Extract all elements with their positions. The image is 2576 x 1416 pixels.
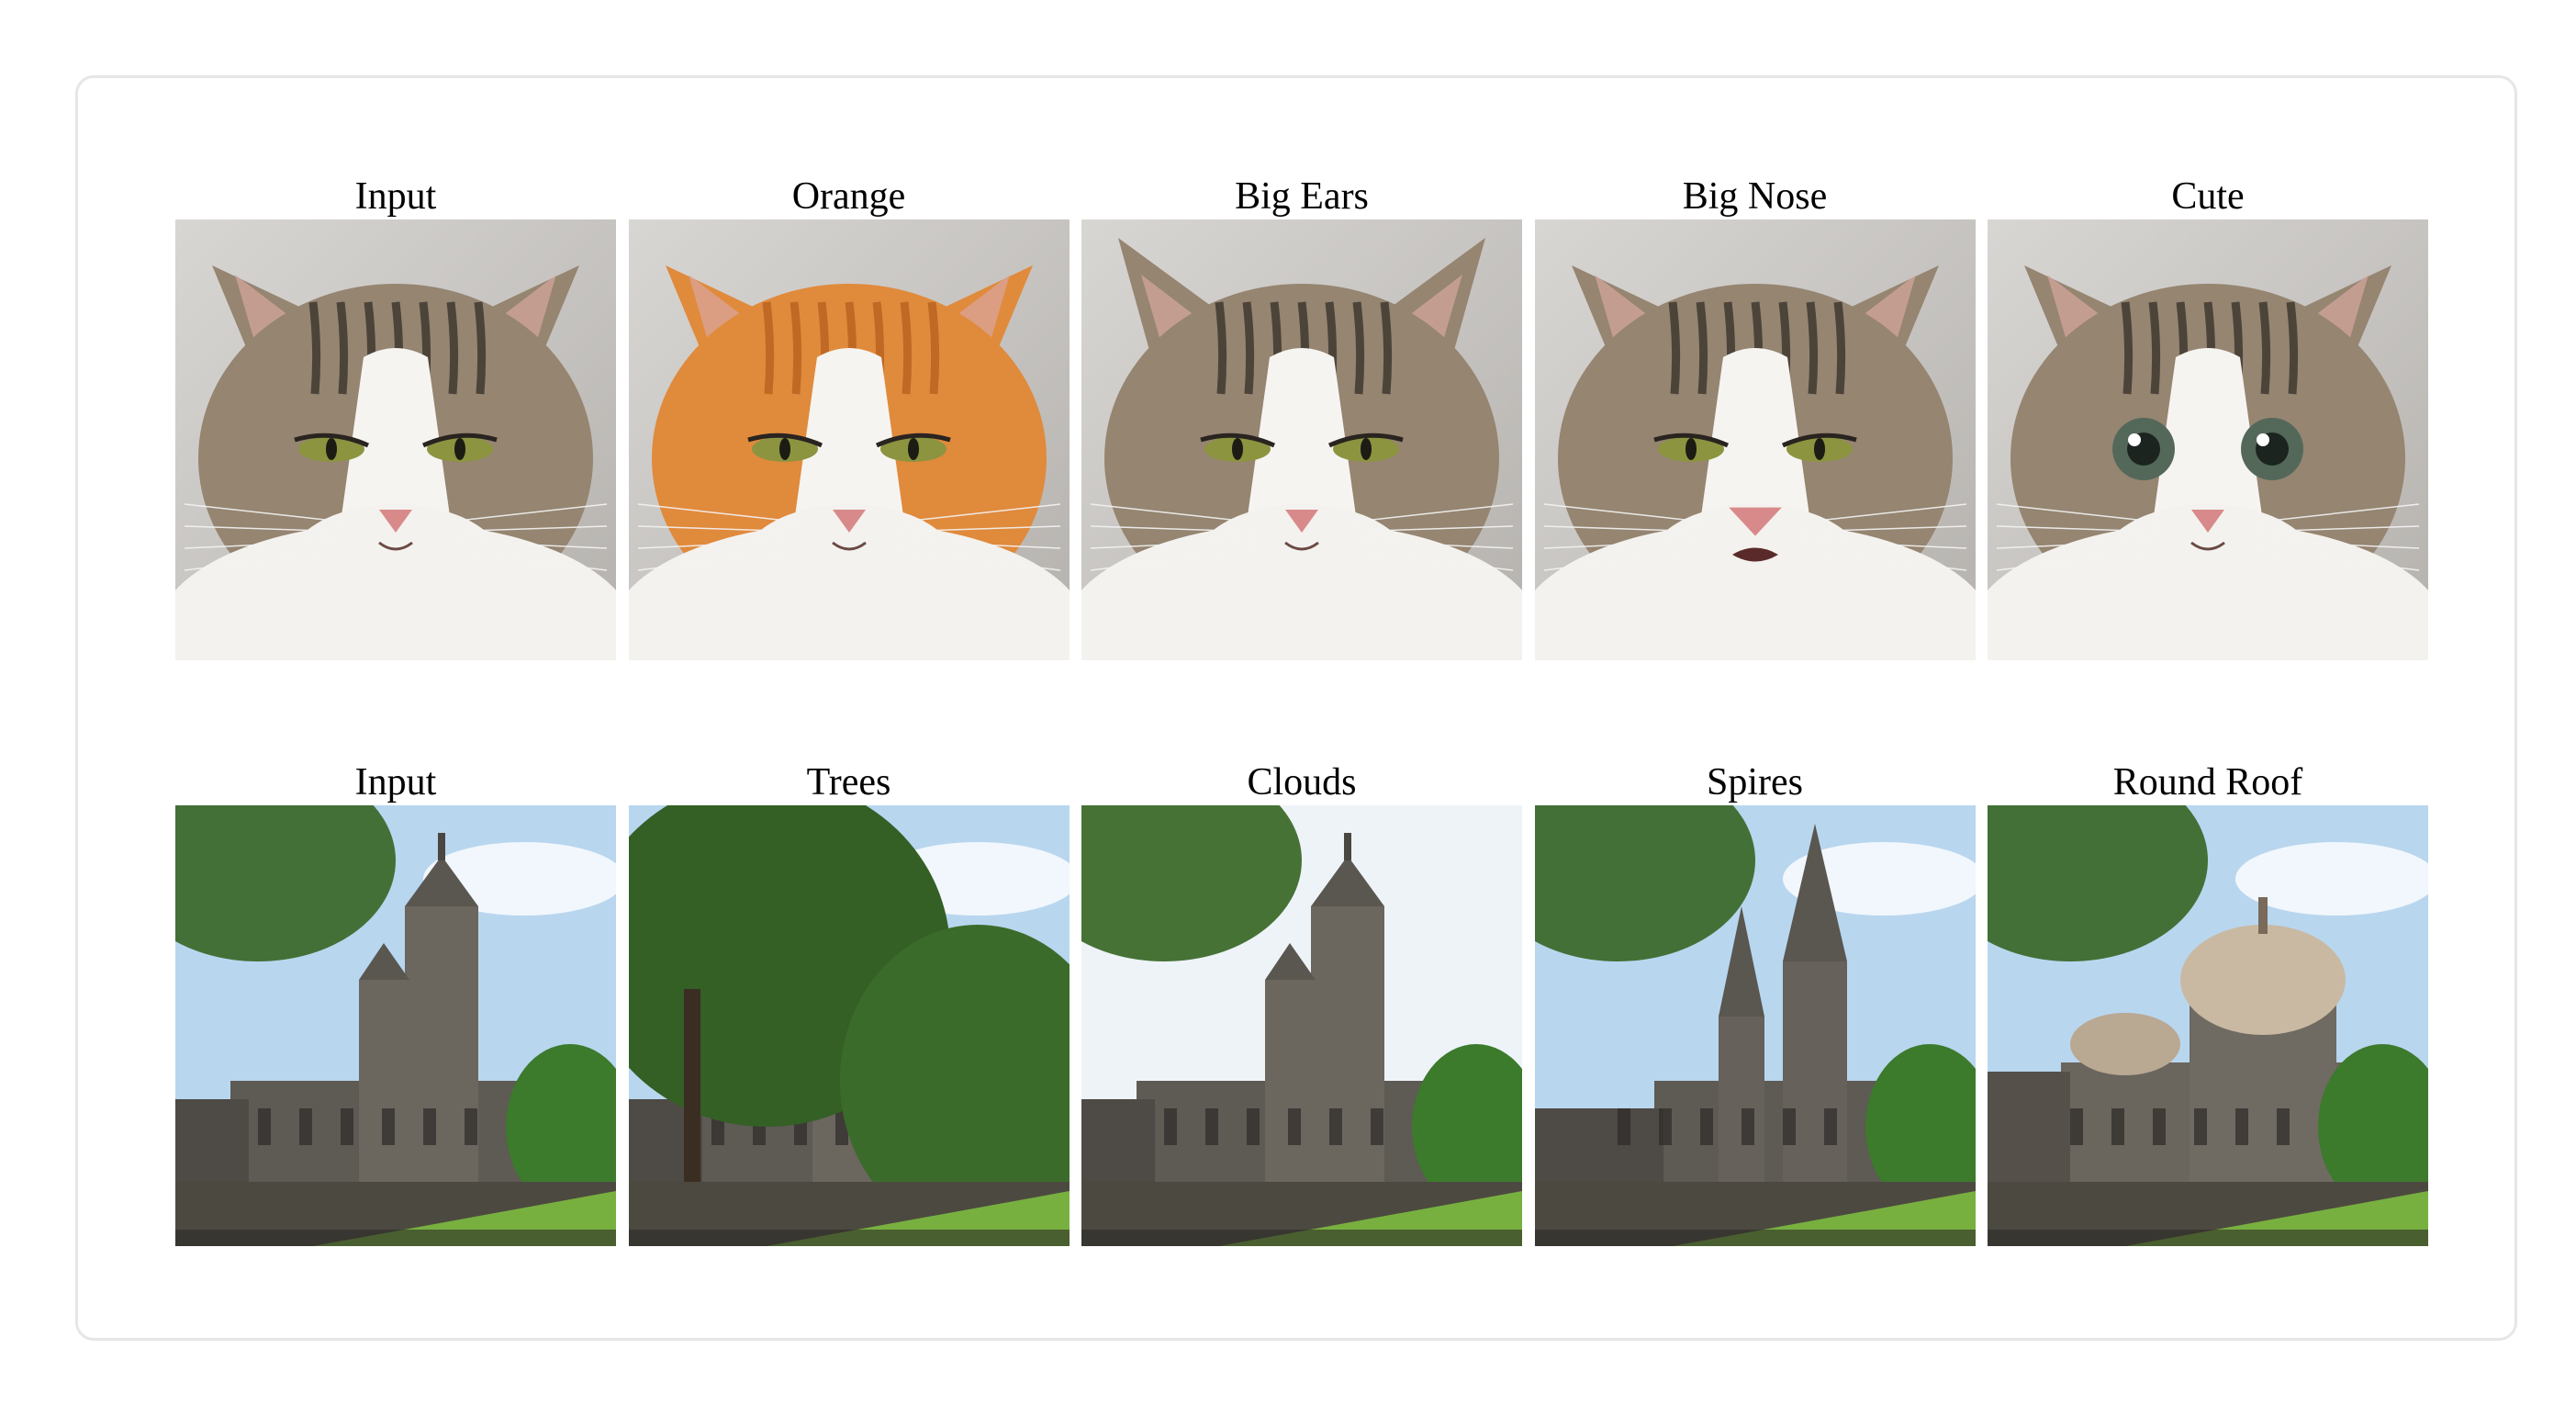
church-cell: Input xyxy=(175,759,616,1246)
cat-edit-row: Input Orange Big Ears Big Nose Cute xyxy=(175,174,2428,660)
church-photo xyxy=(175,805,616,1246)
figure-card: Input Orange Big Ears Big Nose Cute Inpu… xyxy=(75,75,2517,1341)
church-photo xyxy=(1534,805,1976,1246)
image-caption: Orange xyxy=(791,175,906,218)
cat-photo xyxy=(1988,219,2428,660)
image-caption: Input xyxy=(354,761,437,804)
church-photo xyxy=(1988,805,2428,1246)
image-caption: Big Nose xyxy=(1682,175,1828,218)
image-caption: Round Roof xyxy=(2112,761,2303,804)
church-cell: Round Roof xyxy=(1988,759,2428,1246)
image-caption: Trees xyxy=(806,761,891,804)
church-cell: Clouds xyxy=(1081,759,1522,1246)
cat-cell: Big Ears xyxy=(1081,174,1522,660)
cat-cell: Input xyxy=(175,174,616,660)
image-caption: Big Ears xyxy=(1235,175,1369,218)
image-caption: Input xyxy=(354,175,437,218)
cat-cell: Orange xyxy=(628,174,1070,660)
image-caption: Spires xyxy=(1707,761,1803,804)
image-caption: Cute xyxy=(2171,175,2245,218)
church-photo xyxy=(1081,805,1522,1246)
image-caption: Clouds xyxy=(1247,761,1357,804)
church-cell: Trees xyxy=(628,759,1070,1246)
cat-photo xyxy=(1534,219,1976,660)
cat-cell: Big Nose xyxy=(1534,174,1976,660)
cat-photo xyxy=(628,219,1070,660)
church-edit-row: Input Trees Clouds Spires Round Roof xyxy=(175,759,2428,1246)
church-cell: Spires xyxy=(1534,759,1976,1246)
cat-cell: Cute xyxy=(1988,174,2428,660)
cat-photo xyxy=(1081,219,1522,660)
church-photo xyxy=(628,805,1070,1246)
cat-photo xyxy=(175,219,616,660)
